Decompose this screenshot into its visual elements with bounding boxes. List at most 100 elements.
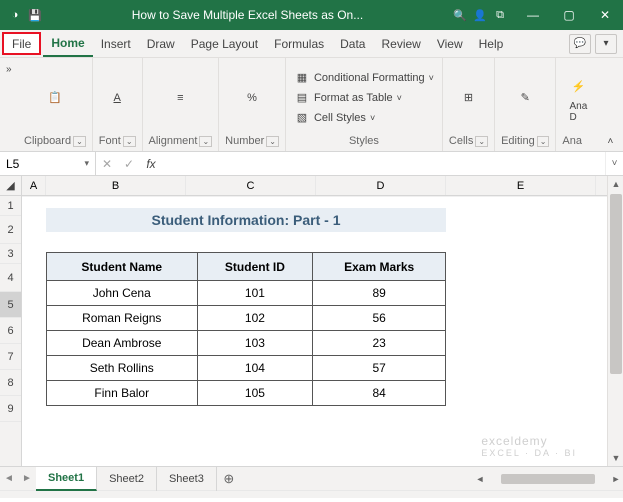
row-header[interactable]: 4 [0, 264, 21, 292]
cell-styles-button[interactable]: ▧Cell Styles ˅ [292, 109, 377, 127]
mode-icon[interactable]: ⧉ [493, 8, 507, 22]
scroll-up-icon[interactable]: ▲ [608, 176, 623, 192]
scroll-down-icon[interactable]: ▼ [608, 450, 623, 466]
group-font-label: Font [99, 135, 121, 147]
select-all-cell[interactable]: ◢ [0, 176, 21, 196]
formula-bar: L5▾ ✕ ✓ fx ˅ [0, 152, 623, 176]
formula-expand[interactable]: ˅ [605, 152, 623, 175]
cells-launcher[interactable]: ⌄ [475, 136, 488, 147]
enter-formula-button[interactable]: ✓ [118, 157, 140, 171]
sheet-nav-next[interactable]: ► [18, 473, 36, 484]
content-title: Student Information: Part - 1 [46, 208, 446, 232]
titlebar: ◑ 💾 How to Save Multiple Excel Sheets as… [0, 0, 623, 30]
row-header[interactable]: 8 [0, 370, 21, 396]
tab-formulas[interactable]: Formulas [266, 30, 332, 57]
worksheet-grid: ◢ 1 2 3 4 5 6 7 8 9 A B C D E Student In… [0, 176, 623, 466]
sheet-nav-prev[interactable]: ◄ [0, 473, 18, 484]
row-header[interactable]: 3 [0, 244, 21, 264]
table-row: Finn Balor10584 [47, 381, 446, 406]
ribbon-overflow-left[interactable]: » [6, 58, 18, 151]
fx-button[interactable]: fx [140, 157, 162, 171]
new-sheet-button[interactable]: ⊕ [217, 471, 241, 487]
tab-data[interactable]: Data [332, 30, 373, 57]
horizontal-scrollbar[interactable]: ◄ ► [473, 472, 623, 486]
tab-help[interactable]: Help [471, 30, 512, 57]
row-header[interactable]: 6 [0, 318, 21, 344]
group-clipboard: 📋 Clipboard⌄ [18, 58, 93, 151]
number-button[interactable]: % [236, 84, 268, 112]
group-number: % Number⌄ [219, 58, 286, 151]
table-row: Roman Reigns10256 [47, 306, 446, 331]
table-header: Student ID [197, 253, 313, 281]
vertical-scrollbar[interactable]: ▲ ▼ [607, 176, 623, 466]
tab-home[interactable]: Home [43, 30, 92, 57]
group-clipboard-label: Clipboard [24, 135, 71, 147]
font-launcher[interactable]: ⌄ [123, 136, 136, 147]
scroll-thumb[interactable] [501, 474, 595, 484]
sheet-tabs-bar: ◄ ► Sheet1 Sheet2 Sheet3 ⊕ ◄ ► [0, 466, 623, 490]
group-cells-label: Cells [449, 135, 473, 147]
user-icon[interactable]: 👤 [473, 8, 487, 22]
chevron-down-icon: ▾ [84, 158, 89, 169]
number-launcher[interactable]: ⌄ [266, 136, 279, 147]
paste-button[interactable]: 📋 [39, 84, 71, 112]
editing-button[interactable]: ✎ [509, 84, 541, 112]
formula-input[interactable] [162, 152, 605, 175]
tab-view[interactable]: View [429, 30, 471, 57]
ribbon-collapse[interactable]: ˄ [600, 58, 620, 151]
watermark: exceldemy EXCEL · DA · BI [481, 434, 577, 458]
group-alignment-label: Alignment [149, 135, 198, 147]
maximize-button[interactable]: ▢ [551, 0, 587, 30]
cancel-formula-button[interactable]: ✕ [96, 157, 118, 171]
close-button[interactable]: ✕ [587, 0, 623, 30]
clipboard-launcher[interactable]: ⌄ [73, 136, 86, 147]
col-header[interactable]: E [446, 176, 596, 195]
cell-styles-icon: ▧ [294, 110, 310, 126]
scroll-left-icon[interactable]: ◄ [473, 474, 487, 484]
name-box[interactable]: L5▾ [0, 152, 96, 175]
group-editing-label: Editing [501, 135, 535, 147]
font-button[interactable]: A [101, 84, 133, 112]
cells-button[interactable]: ⊞ [452, 84, 484, 112]
scroll-thumb[interactable] [610, 194, 622, 374]
save-icon[interactable]: 💾 [28, 8, 42, 22]
comments-button[interactable]: 💬 [569, 34, 591, 54]
group-alignment: ≡ Alignment⌄ [143, 58, 220, 151]
search-icon[interactable]: 🔍 [453, 8, 467, 22]
row-header[interactable]: 2 [0, 216, 21, 244]
tab-draw[interactable]: Draw [139, 30, 183, 57]
col-header[interactable]: C [186, 176, 316, 195]
col-header[interactable]: D [316, 176, 446, 195]
share-button[interactable]: ▾ [595, 34, 617, 54]
alignment-button[interactable]: ≡ [164, 84, 196, 112]
group-analyze: ⚡AnaD Ana [556, 58, 600, 151]
tab-insert[interactable]: Insert [93, 30, 139, 57]
data-table: Student Name Student ID Exam Marks John … [46, 252, 446, 406]
sheet-cells[interactable]: Student Information: Part - 1 Student Na… [22, 196, 607, 466]
sheet-tab[interactable]: Sheet1 [36, 467, 97, 491]
autosave-icon[interactable]: ◑ [8, 8, 22, 22]
group-editing: ✎ Editing⌄ [495, 58, 556, 151]
table-row: Dean Ambrose10323 [47, 331, 446, 356]
conditional-formatting-button[interactable]: ▦Conditional Formatting ˅ [292, 69, 436, 87]
format-as-table-button[interactable]: ▤Format as Table ˅ [292, 89, 404, 107]
sheet-tab[interactable]: Sheet3 [157, 467, 217, 491]
cond-fmt-icon: ▦ [294, 70, 310, 86]
minimize-button[interactable]: — [515, 0, 551, 30]
row-header[interactable]: 5 [0, 292, 21, 318]
col-header[interactable]: B [46, 176, 186, 195]
row-header[interactable]: 1 [0, 196, 21, 216]
ribbon-tabs: File Home Insert Draw Page Layout Formul… [0, 30, 623, 58]
editing-launcher[interactable]: ⌄ [537, 136, 550, 147]
row-header[interactable]: 9 [0, 396, 21, 422]
analyze-button[interactable]: ⚡AnaD [562, 73, 594, 125]
tab-page-layout[interactable]: Page Layout [183, 30, 266, 57]
sheet-tab[interactable]: Sheet2 [97, 467, 157, 491]
scroll-right-icon[interactable]: ► [609, 474, 623, 484]
group-styles: ▦Conditional Formatting ˅ ▤Format as Tab… [286, 58, 443, 151]
row-header[interactable]: 7 [0, 344, 21, 370]
alignment-launcher[interactable]: ⌄ [199, 136, 212, 147]
tab-file[interactable]: File [2, 32, 41, 55]
tab-review[interactable]: Review [373, 30, 428, 57]
col-header[interactable]: A [22, 176, 46, 195]
